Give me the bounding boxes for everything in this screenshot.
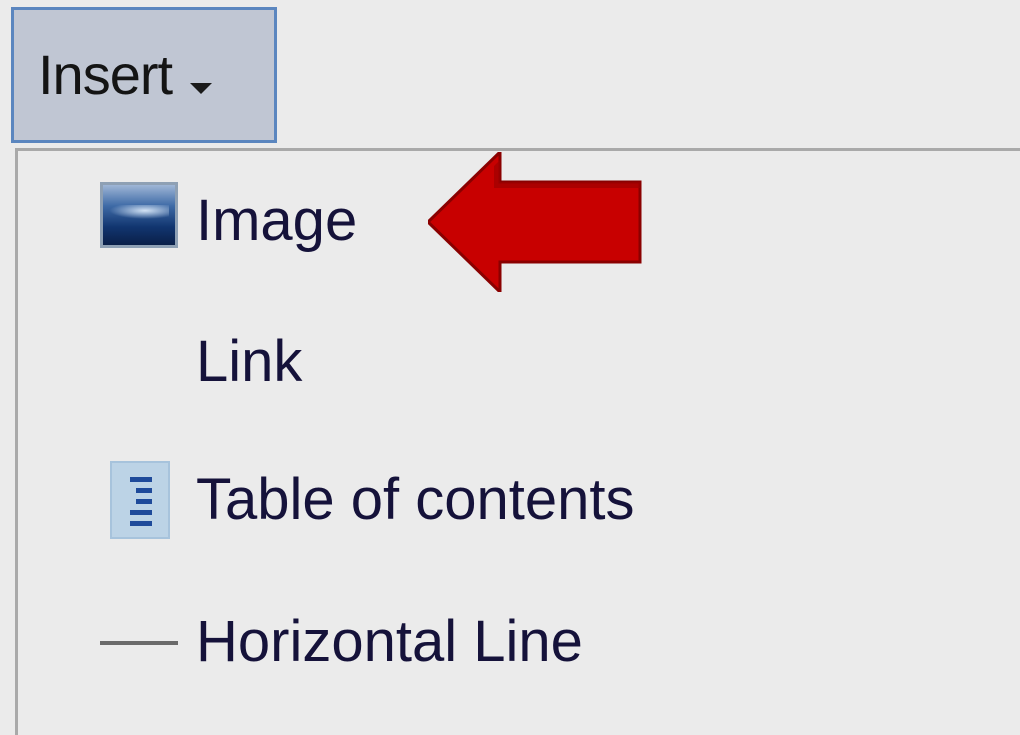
chevron-down-icon <box>190 82 213 94</box>
horizontal-line-icon <box>100 641 178 645</box>
menu-item-label: Link <box>196 329 303 394</box>
image-icon <box>100 182 178 248</box>
insert-menu-button[interactable]: Insert <box>11 7 277 143</box>
app-stage: Insert Image Link Table of contents Hori… <box>0 0 1020 735</box>
menu-item-label: Horizontal Line <box>196 609 583 674</box>
menu-item-label: Table of contents <box>196 467 635 532</box>
menu-item-horizontal-line[interactable]: Horizontal Line <box>18 587 1018 697</box>
menu-item-link[interactable]: Link <box>18 306 1018 416</box>
menu-item-label: Image <box>196 188 358 253</box>
table-of-contents-icon <box>110 461 170 539</box>
red-arrow-annotation-icon <box>428 152 642 292</box>
insert-button-label: Insert <box>38 43 173 106</box>
menu-item-table-of-contents[interactable]: Table of contents <box>18 446 1018 556</box>
